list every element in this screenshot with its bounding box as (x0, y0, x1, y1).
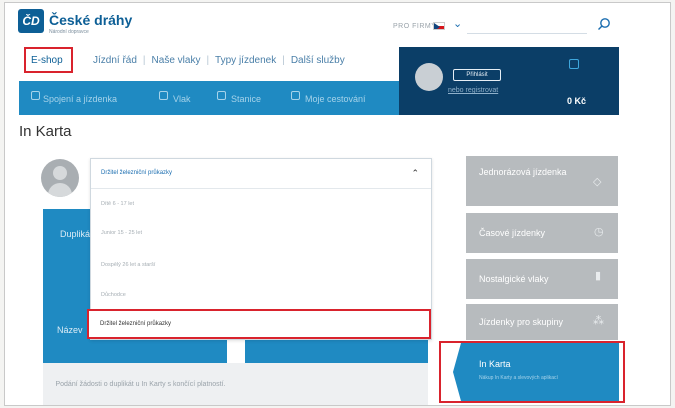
toolbar-connection[interactable]: Spojení a jízdenka (43, 94, 117, 104)
nav-item-ticket-types[interactable]: Typy jízdenek (215, 55, 276, 66)
duplicate-card-name: Název (57, 325, 83, 335)
dropdown-option[interactable]: Junior 15 - 25 let (101, 230, 142, 236)
menu-nostalgic-trains-label: Nostalgické vlaky (479, 274, 549, 284)
search-input[interactable] (467, 33, 587, 34)
nav-separator: | (282, 55, 285, 66)
train-icon (159, 91, 168, 100)
duplicate-card-title: Duplikát (60, 229, 93, 239)
main-nav: Jízdní řád | Naše vlaky | Typy jízdenek | Dalš… (93, 55, 345, 66)
nav-separator: | (142, 55, 146, 66)
menu-season-tickets-label: Časové jízdenky (479, 228, 546, 238)
brand-name[interactable]: České dráhy (49, 12, 132, 28)
page-frame: ČD České dráhy Národní dopravce PRO FIRM… (4, 2, 671, 406)
chevron-down-icon[interactable]: ⌄ (453, 17, 462, 30)
register-link[interactable]: nebo registrovat (448, 87, 498, 94)
user-avatar-icon (41, 159, 79, 197)
nav-separator: | (206, 55, 210, 66)
dropdown-option[interactable]: Dítě 6 - 17 let (101, 201, 134, 207)
cd-logo[interactable]: ČD (18, 9, 44, 33)
avatar[interactable] (415, 63, 443, 91)
dropdown-current-value: Držitel železniční průkazky (101, 170, 173, 176)
dropdown-option[interactable]: Důchodce (101, 292, 126, 298)
menu-group-tickets-label: Jízdenky pro skupiny (479, 317, 564, 327)
toolbar-train[interactable]: Vlak (173, 94, 191, 104)
group-icon: ⁂ (593, 315, 604, 327)
nav-item-timetable[interactable]: Jízdní řád (93, 55, 137, 66)
cart-icon[interactable] (569, 59, 579, 69)
czech-flag-icon[interactable] (433, 22, 445, 30)
train-icon: ▮ (595, 270, 602, 282)
account-panel: Přihlásit nebo registrovat 0 Kč (399, 47, 619, 115)
nav-item-our-trains[interactable]: Naše vlaky (152, 55, 201, 66)
dropdown-option[interactable]: Dospělý 26 let a starší (101, 262, 155, 268)
station-icon (217, 91, 226, 100)
route-icon (31, 91, 40, 100)
travel-icon (291, 91, 300, 100)
chevron-up-icon[interactable]: ⌃ (411, 168, 419, 179)
dropdown-selected-label: Držitel železniční průkazky (100, 321, 172, 327)
menu-single-ticket-label: Jednorázová jízdenka (479, 167, 567, 177)
cart-total[interactable]: 0 Kč (567, 96, 586, 106)
toolbar-station[interactable]: Stanice (231, 94, 261, 104)
duplicate-description: Podání žádosti o duplikát u In Karty s k… (55, 381, 226, 388)
toolbar-my-travel[interactable]: Moje cestování (305, 94, 366, 104)
search-icon[interactable] (597, 17, 611, 31)
for-business-link[interactable]: PRO FIRMY (393, 23, 436, 30)
clock-icon: ◷ (594, 226, 604, 238)
login-button[interactable]: Přihlásit (453, 69, 501, 81)
in-karta-highlight (439, 341, 625, 403)
brand-subtitle: Národní dopravce (49, 29, 89, 35)
booking-toolbar: Spojení a jízdenka Vlak Stanice Moje ces… (19, 81, 399, 115)
dropdown-header[interactable]: Držitel železniční průkazky ⌃ (91, 159, 431, 189)
page-title: In Karta (19, 123, 72, 140)
nav-item-eshop[interactable]: E-shop (31, 55, 63, 66)
nav-item-other-services[interactable]: Další služby (291, 55, 345, 66)
ticket-icon: ◇ (593, 176, 602, 188)
